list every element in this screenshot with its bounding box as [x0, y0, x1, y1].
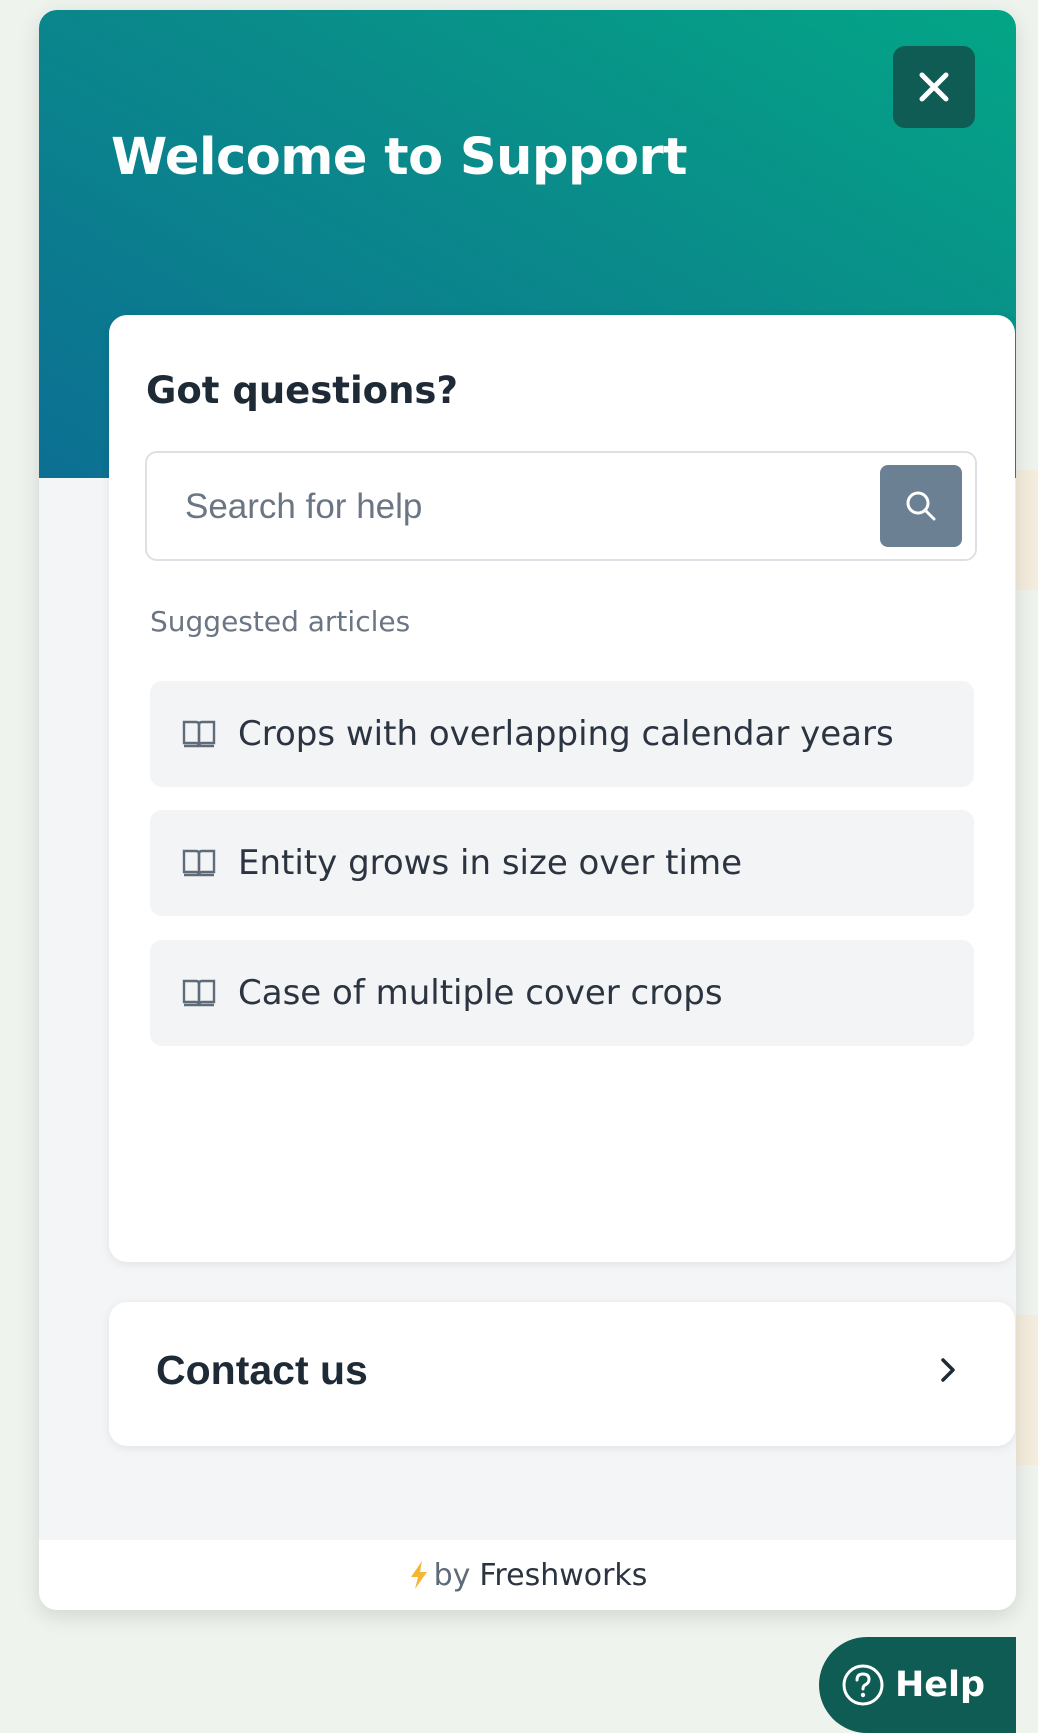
contact-us-label: Contact us — [156, 1347, 368, 1393]
article-label: Entity grows in size over time — [238, 843, 742, 883]
close-icon — [919, 72, 949, 102]
article-label: Case of multiple cover crops — [238, 973, 723, 1013]
chevron-right-icon — [941, 1358, 955, 1382]
search-input[interactable] — [183, 473, 837, 541]
search-box — [145, 451, 977, 561]
help-launcher-label: Help — [895, 1665, 986, 1705]
book-icon — [182, 979, 216, 1007]
article-item[interactable]: Crops with overlapping calendar years — [150, 681, 974, 787]
article-item[interactable]: Case of multiple cover crops — [150, 940, 974, 1046]
close-button[interactable] — [893, 46, 975, 128]
footer-by-text: by — [433, 1557, 471, 1593]
search-icon — [906, 491, 936, 521]
article-item[interactable]: Entity grows in size over time — [150, 810, 974, 916]
bolt-icon — [410, 1561, 427, 1589]
widget-title: Welcome to Support — [111, 128, 688, 187]
questions-title: Got questions? — [146, 369, 458, 412]
freshworks-link[interactable]: Freshworks — [479, 1558, 647, 1593]
contact-us-button[interactable]: Contact us — [109, 1302, 1015, 1446]
book-icon — [182, 849, 216, 877]
book-icon — [182, 720, 216, 748]
article-label: Crops with overlapping calendar years — [238, 714, 894, 754]
help-circle-icon — [842, 1664, 884, 1706]
help-launcher-button[interactable]: Help — [819, 1637, 1016, 1733]
search-button[interactable] — [880, 465, 962, 547]
suggested-articles-label: Suggested articles — [150, 605, 411, 638]
questions-card: Got questions? Suggested articles Crops … — [109, 315, 1015, 1262]
support-widget: Welcome to Support Got questions? Sugges… — [39, 10, 1016, 1610]
powered-by-footer: by Freshworks — [39, 1540, 1016, 1610]
